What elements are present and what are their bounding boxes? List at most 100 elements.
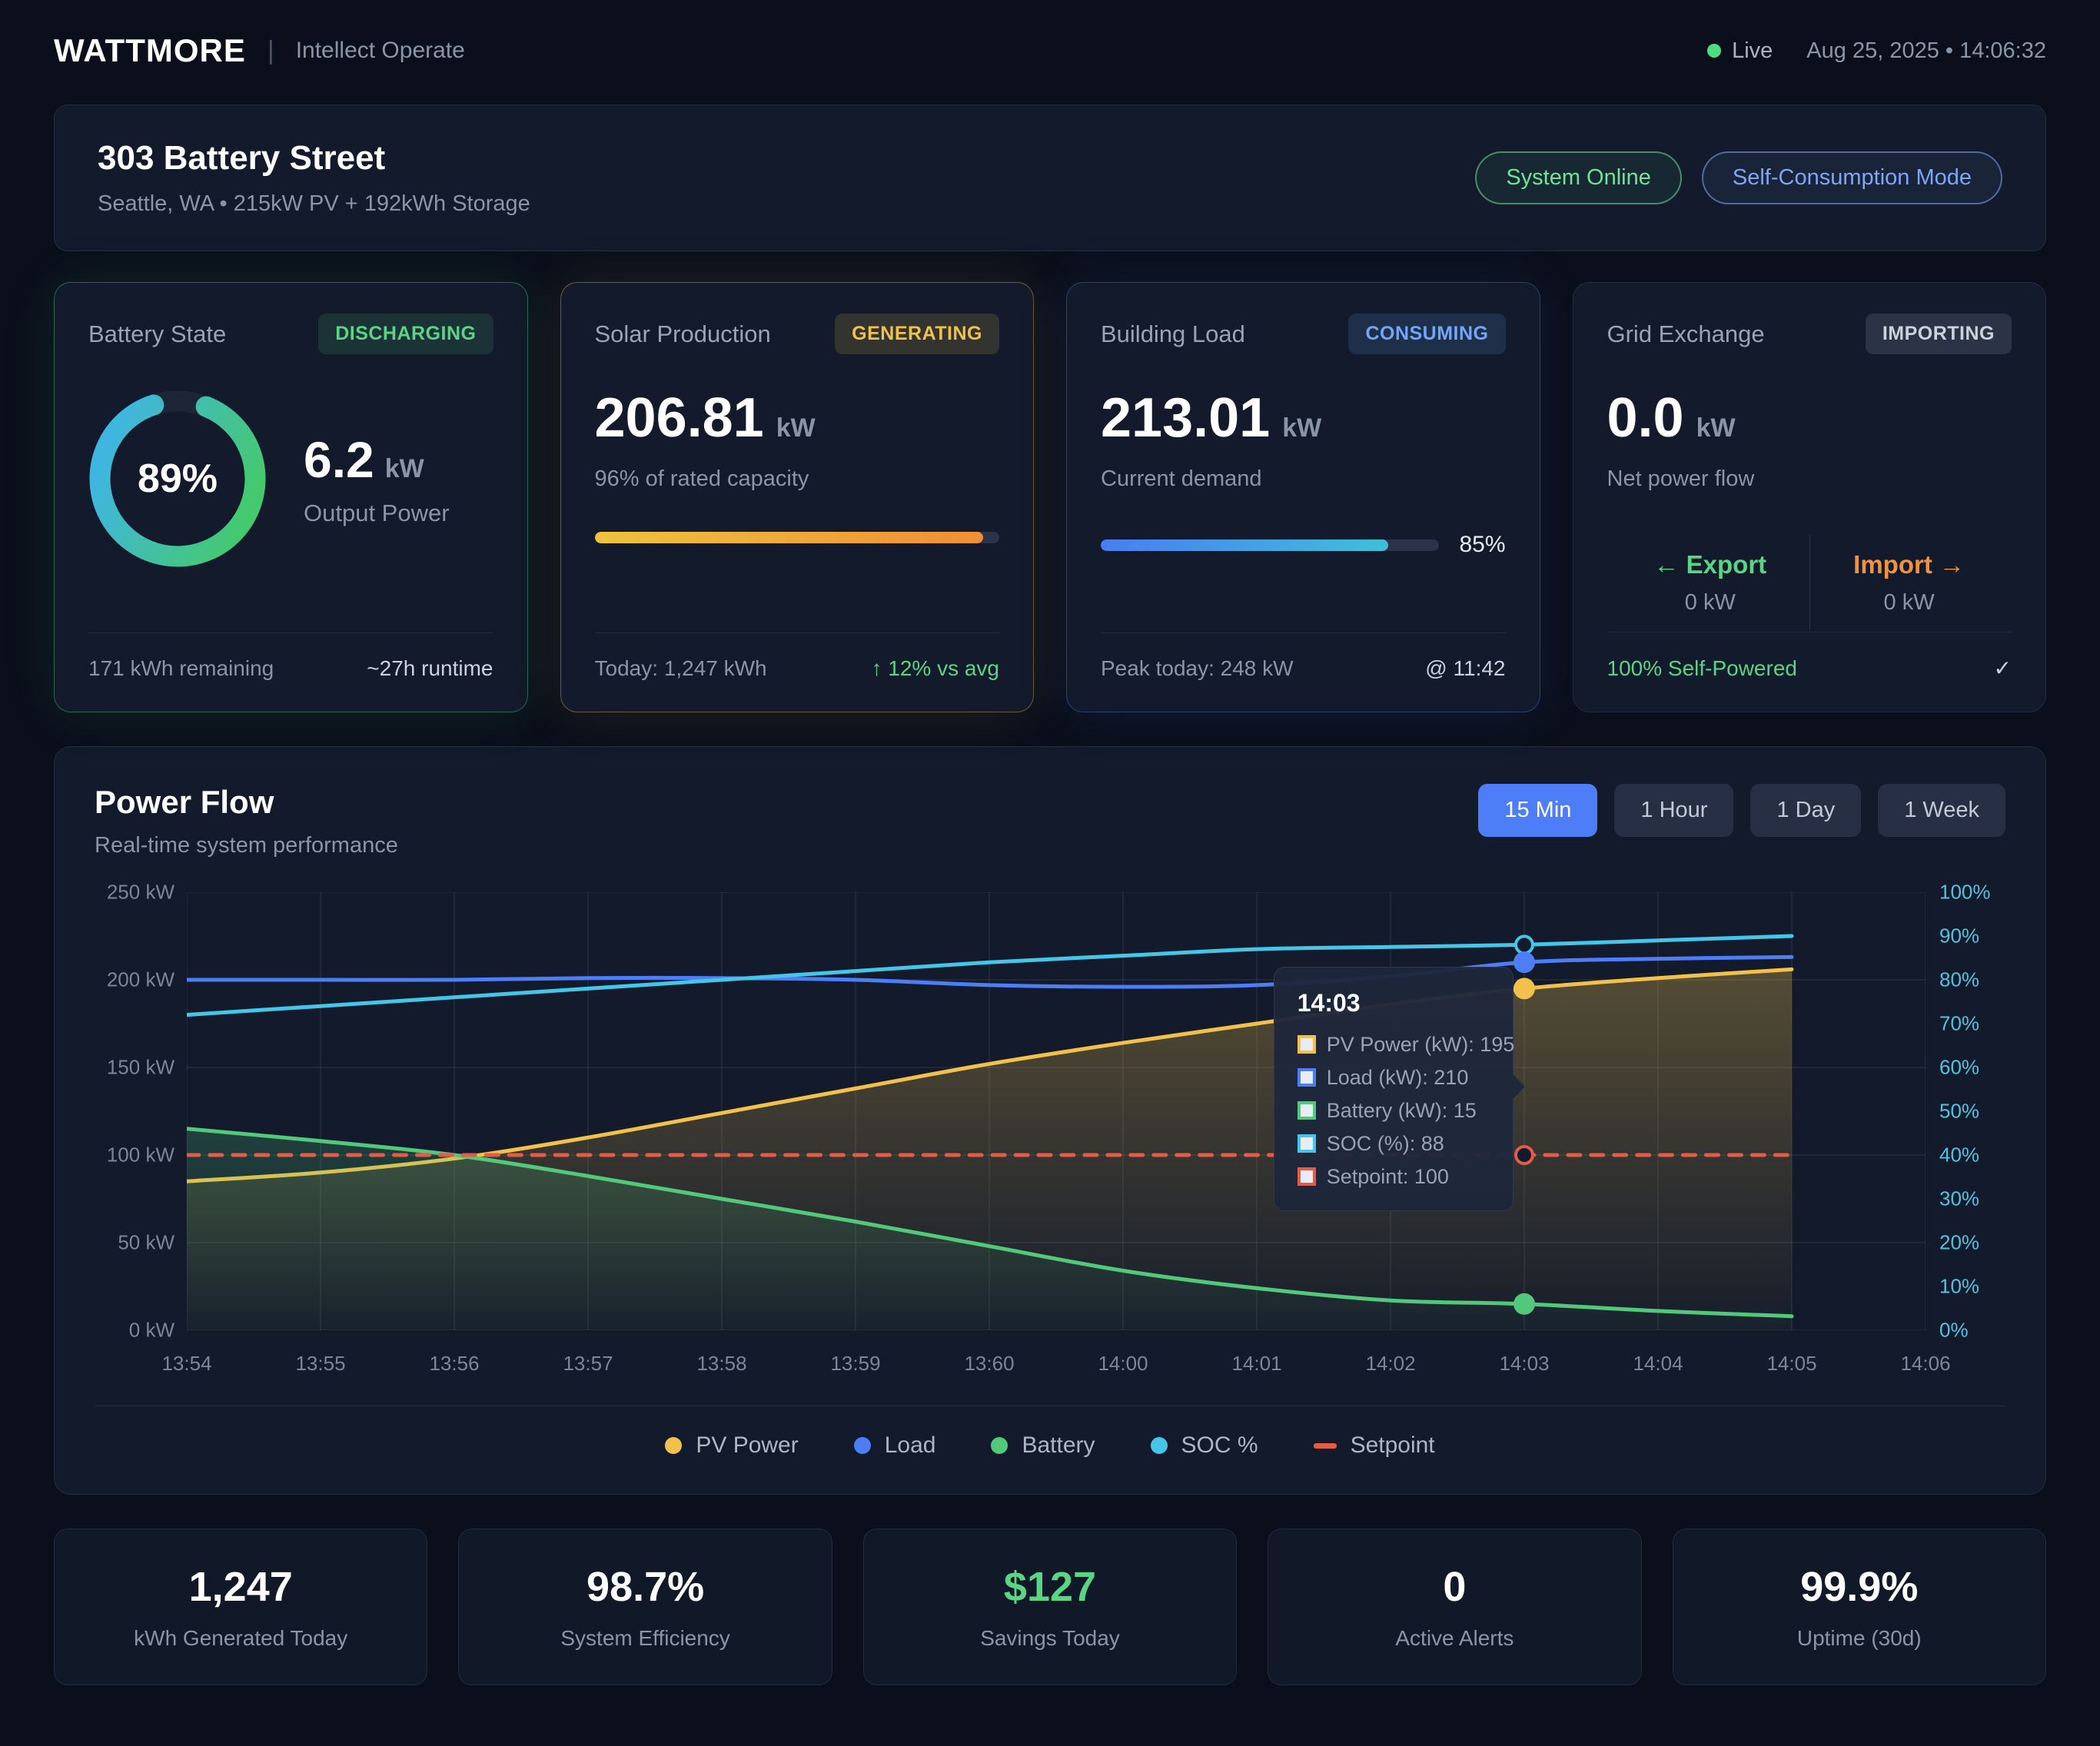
- grid-exchange-card: Grid Exchange IMPORTING 0.0 kW Net power…: [1573, 282, 2047, 712]
- left-axis-tick: 150 kW: [107, 1056, 174, 1080]
- tooltip-row-label: SOC (%): 88: [1327, 1132, 1444, 1156]
- tooltip-swatch-icon: [1298, 1035, 1316, 1054]
- x-axis-tick: 14:04: [1633, 1352, 1683, 1376]
- power-flow-subtitle: Real-time system performance: [95, 833, 398, 858]
- load-progress-track: [1101, 539, 1439, 551]
- grid-export-import: ← Export 0 kW Import → 0 kW: [1607, 535, 2012, 630]
- live-label: Live: [1732, 38, 1773, 64]
- x-axis-tick: 13:59: [830, 1352, 880, 1376]
- right-axis-tick: 50%: [1939, 1100, 1979, 1124]
- stat-label: kWh Generated Today: [70, 1626, 411, 1651]
- grid-netflow-label: Net power flow: [1607, 466, 2012, 492]
- chart-tooltip: 14:03 PV Power (kW): 195Load (kW): 210Ba…: [1274, 967, 1514, 1211]
- right-axis-tick: 90%: [1939, 924, 1979, 948]
- right-axis-tick: 30%: [1939, 1187, 1979, 1211]
- legend-item-battery[interactable]: Battery: [991, 1432, 1095, 1459]
- x-axis-tick: 14:05: [1766, 1352, 1816, 1376]
- brand-group: WATTMORE | Intellect Operate: [54, 32, 465, 69]
- top-bar: WATTMORE | Intellect Operate Live Aug 25…: [54, 23, 2046, 78]
- legend-dot-icon: [1151, 1437, 1168, 1454]
- system-online-pill: System Online: [1475, 151, 1682, 204]
- product-name: Intellect Operate: [296, 38, 465, 64]
- legend-item-soc-[interactable]: SOC %: [1151, 1432, 1258, 1459]
- x-axis-tick: 13:58: [696, 1352, 746, 1376]
- load-value: 213.01: [1101, 387, 1270, 450]
- site-info-bar: 303 Battery Street Seattle, WA • 215kW P…: [54, 105, 2046, 251]
- legend-dot-icon: [665, 1437, 682, 1454]
- mode-pill[interactable]: Self-Consumption Mode: [1702, 151, 2002, 204]
- tooltip-row: SOC (%): 88: [1298, 1132, 1490, 1156]
- stat-kwh-generated: 1,247 kWh Generated Today: [54, 1529, 427, 1685]
- left-axis-tick: 200 kW: [107, 968, 174, 992]
- battery-state-card: Battery State DISCHARGING: [54, 282, 528, 712]
- solar-progress-track: [595, 532, 1000, 543]
- tooltip-row: PV Power (kW): 195: [1298, 1033, 1490, 1057]
- grid-status-badge: IMPORTING: [1866, 314, 2012, 354]
- right-axis-tick: 60%: [1939, 1056, 1979, 1080]
- legend-item-pv-power[interactable]: PV Power: [665, 1432, 798, 1459]
- tooltip-row-label: Load (kW): 210: [1327, 1066, 1469, 1090]
- x-axis-tick: 14:06: [1900, 1352, 1950, 1376]
- stat-label: Savings Today: [879, 1626, 1221, 1651]
- brand-logo: WATTMORE: [54, 32, 246, 69]
- range-button-15min[interactable]: 15 Min: [1478, 784, 1597, 837]
- live-indicator: Live: [1707, 38, 1773, 64]
- power-flow-panel: Power Flow Real-time system performance …: [54, 746, 2046, 1495]
- battery-runtime: ~27h runtime: [367, 656, 493, 681]
- chart-zone: 250 kW200 kW150 kW100 kW50 kW0 kW 14:03 …: [95, 892, 2005, 1330]
- dashboard-page: WATTMORE | Intellect Operate Live Aug 25…: [0, 0, 2100, 1746]
- check-icon: ✓: [1994, 656, 2012, 681]
- stat-label: System Efficiency: [474, 1626, 816, 1651]
- legend-item-load[interactable]: Load: [854, 1432, 936, 1459]
- stat-value: 1,247: [70, 1563, 411, 1611]
- tooltip-swatch-icon: [1298, 1167, 1316, 1186]
- power-flow-chart[interactable]: 14:03 PV Power (kW): 195Load (kW): 210Ba…: [187, 892, 1926, 1330]
- stat-value: 99.9%: [1689, 1563, 2030, 1611]
- tooltip-swatch-icon: [1298, 1101, 1316, 1120]
- battery-status-badge: DISCHARGING: [318, 314, 493, 354]
- x-axis-tick: 14:00: [1098, 1352, 1148, 1376]
- range-button-1day[interactable]: 1 Day: [1750, 784, 1861, 837]
- x-axis-tick: 14:03: [1499, 1352, 1549, 1376]
- right-axis-tick: 0%: [1939, 1319, 1969, 1343]
- left-axis-tick: 250 kW: [107, 881, 174, 905]
- tooltip-row-label: PV Power (kW): 195: [1327, 1033, 1515, 1057]
- stat-active-alerts: 0 Active Alerts: [1268, 1529, 1641, 1685]
- marker-load: [1514, 951, 1535, 973]
- tooltip-swatch-icon: [1298, 1068, 1316, 1087]
- tooltip-row-label: Setpoint: 100: [1327, 1165, 1449, 1189]
- load-peak-today: Peak today: 248 kW: [1101, 656, 1294, 681]
- tooltip-rows: PV Power (kW): 195Load (kW): 210Battery …: [1298, 1033, 1490, 1189]
- marker-battery: [1514, 1293, 1535, 1315]
- legend-item-setpoint[interactable]: Setpoint: [1314, 1432, 1435, 1459]
- legend-label: PV Power: [696, 1432, 798, 1459]
- load-status-badge: CONSUMING: [1348, 314, 1505, 354]
- right-axis-ticks: 100%90%80%70%60%50%40%30%20%10%0%: [1926, 892, 2005, 1330]
- x-axis-tick: 14:01: [1231, 1352, 1281, 1376]
- range-button-1hour[interactable]: 1 Hour: [1614, 784, 1733, 837]
- solar-card-title: Solar Production: [595, 320, 771, 348]
- legend-dash-icon: [1314, 1443, 1337, 1449]
- datetime-display: Aug 25, 2025 • 14:06:32: [1806, 38, 2046, 64]
- solar-progress-fill: [595, 532, 983, 543]
- load-peak-time: @ 11:42: [1425, 656, 1505, 681]
- tooltip-time: 14:03: [1298, 989, 1490, 1017]
- right-axis-tick: 100%: [1939, 881, 1991, 905]
- stat-value: $127: [879, 1563, 1221, 1611]
- summary-stats-row: 1,247 kWh Generated Today 98.7% System E…: [54, 1529, 2046, 1685]
- stat-uptime: 99.9% Uptime (30d): [1673, 1529, 2046, 1685]
- battery-card-title: Battery State: [88, 320, 226, 348]
- right-axis-tick: 80%: [1939, 968, 1979, 992]
- metric-cards-row: Battery State DISCHARGING: [54, 282, 2046, 712]
- solar-vs-avg: ↑ 12% vs avg: [871, 656, 999, 681]
- stat-label: Uptime (30d): [1689, 1626, 2030, 1651]
- x-axis-tick: 13:55: [295, 1352, 345, 1376]
- range-button-1week[interactable]: 1 Week: [1878, 784, 2005, 837]
- legend-dot-icon: [854, 1437, 871, 1454]
- stat-value: 0: [1284, 1563, 1625, 1611]
- battery-power-label: Output Power: [304, 500, 450, 527]
- x-axis-ticks: 13:5413:5513:5613:5713:5813:5913:6014:00…: [187, 1341, 1926, 1386]
- header-status: Live Aug 25, 2025 • 14:06:32: [1707, 38, 2046, 64]
- left-axis-tick: 0 kW: [129, 1319, 174, 1343]
- load-unit: kW: [1282, 413, 1321, 443]
